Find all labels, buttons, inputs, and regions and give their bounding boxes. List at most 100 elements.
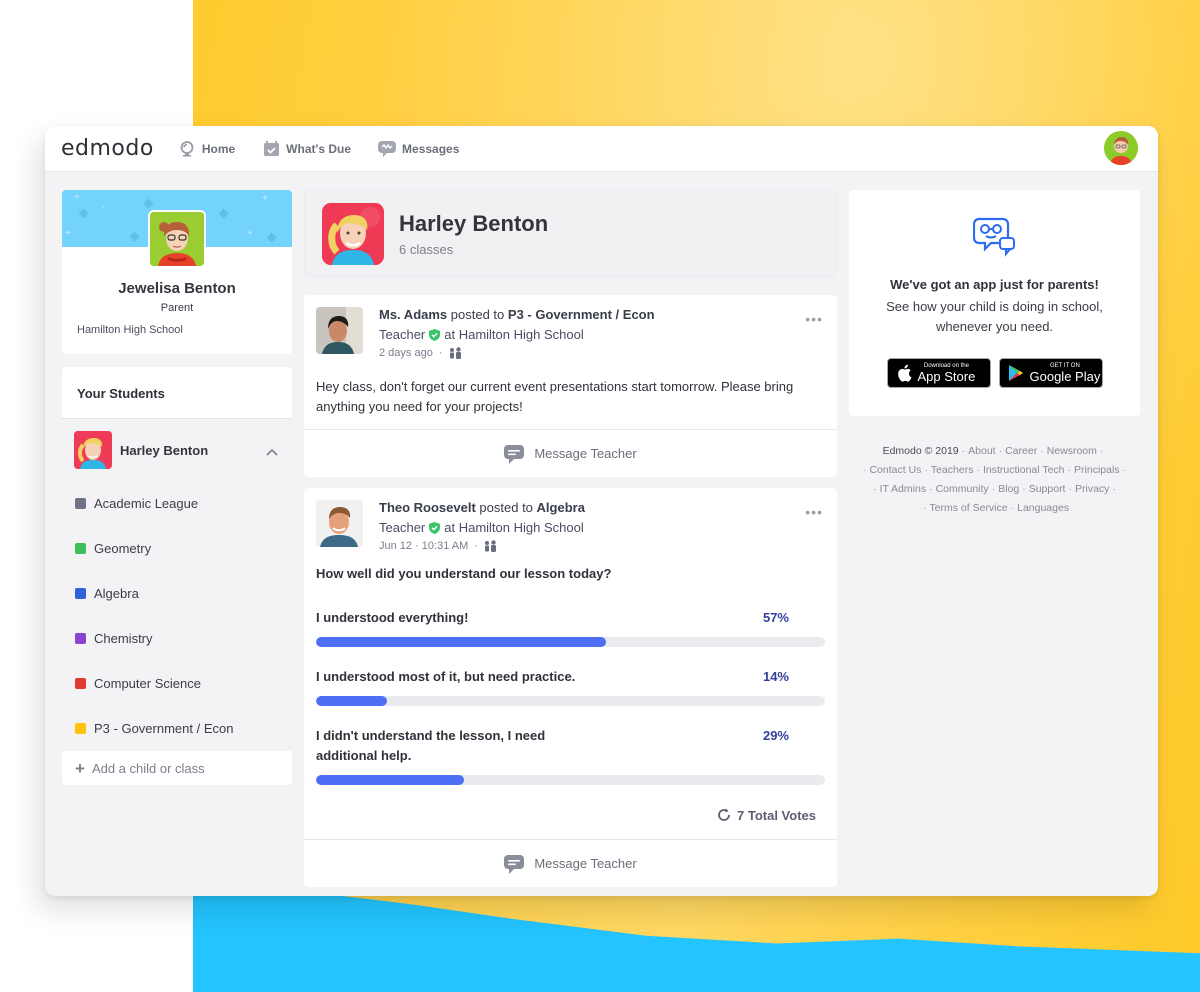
class-color-swatch <box>75 633 86 644</box>
google-play-big-text: Google Play <box>1029 368 1101 384</box>
right-sidebar: We've got an app just for parents! See h… <box>849 190 1140 518</box>
student-item-harley-benton[interactable]: Harley Benton <box>62 419 292 481</box>
poll-option-percent: 29% <box>762 728 789 743</box>
class-color-swatch <box>75 543 86 554</box>
sparkle-decoration: + <box>65 228 71 239</box>
footer-link[interactable]: Newsroom <box>1047 445 1097 457</box>
nav-messages-label: Messages <box>402 141 460 156</box>
class-name: Chemistry <box>94 631 153 646</box>
footer-link[interactable]: Support <box>1029 483 1066 495</box>
poll-option[interactable]: I understood everything! 57% <box>304 608 837 647</box>
nav-whats-due-label: What's Due <box>286 141 352 156</box>
footer-separator: · <box>1022 483 1026 495</box>
footer-link[interactable]: About <box>968 445 995 457</box>
sparkle-decoration: + <box>247 228 253 239</box>
post-author[interactable]: Theo Roosevelt <box>379 500 476 515</box>
message-teacher-button[interactable]: Message Teacher <box>304 429 837 477</box>
class-item[interactable]: Academic League <box>62 481 292 526</box>
post-author-line: Theo Roosevelt posted to Algebra <box>379 500 585 515</box>
class-item[interactable]: Computer Science <box>62 661 292 706</box>
footer-link[interactable]: Community <box>936 483 989 495</box>
nav-whats-due[interactable]: What's Due <box>262 140 352 157</box>
message-teacher-label: Message Teacher <box>534 446 637 461</box>
footer-link[interactable]: Principals <box>1074 464 1120 476</box>
post-target-class[interactable]: Algebra <box>537 500 585 515</box>
poll-progress-track <box>316 696 825 706</box>
edmodo-logo[interactable]: edmodo <box>61 136 154 161</box>
footer-link[interactable]: Teachers <box>931 464 974 476</box>
user-avatar[interactable] <box>1104 131 1138 165</box>
footer-link[interactable]: Privacy <box>1075 483 1109 495</box>
class-item[interactable]: Geometry <box>62 526 292 571</box>
class-color-swatch <box>75 498 86 509</box>
footer-link[interactable]: Contact Us <box>869 464 921 476</box>
author-avatar[interactable] <box>316 307 363 354</box>
poll-option[interactable]: I understood most of it, but need practi… <box>304 667 837 706</box>
student-header-name: Harley Benton <box>399 210 549 236</box>
app-store-button[interactable]: Download on the App Store <box>886 358 991 388</box>
class-name: Academic League <box>94 496 199 511</box>
more-options-icon[interactable]: ••• <box>805 311 823 327</box>
footer-link[interactable]: Instructional Tech <box>983 464 1065 476</box>
footer-separator: · <box>1122 464 1127 476</box>
post-author-role: Teacher at Hamilton High School <box>379 520 585 535</box>
sparkle-decoration: + <box>262 193 268 204</box>
poll-option-label: I understood everything! <box>316 610 469 625</box>
footer-link[interactable]: Languages <box>1017 502 1069 514</box>
more-options-icon[interactable]: ••• <box>805 504 823 520</box>
poll-progress-fill <box>316 637 607 647</box>
separator-dot: · <box>438 347 443 359</box>
poll-option-label: I understood most of it, but need practi… <box>316 669 576 684</box>
app-promo-title: We've got an app just for parents! <box>890 277 1099 292</box>
post-target-class[interactable]: P3 - Government / Econ <box>508 307 655 322</box>
post-timestamp: 2 days ago <box>379 347 433 359</box>
footer-separator: · <box>998 445 1003 457</box>
message-teacher-button[interactable]: Message Teacher <box>304 839 837 887</box>
footer-links: Edmodo © 2019 · About · Career · Newsroom · · Con… <box>849 442 1140 518</box>
profile-role: Parent <box>160 302 194 314</box>
copyright: Edmodo © 2019 <box>882 445 959 457</box>
class-item[interactable]: P3 - Government / Econ <box>62 706 292 751</box>
app-promo-subtitle: See how your child is doing in school, w… <box>886 299 1103 334</box>
class-name: Geometry <box>94 541 152 556</box>
class-color-swatch <box>75 723 86 734</box>
profile-card: + · + + + Jewelisa Benton Parent Hamilto… <box>62 190 292 354</box>
chevron-up-icon[interactable] <box>266 443 278 456</box>
add-child-or-class-button[interactable]: + Add a child or class <box>62 751 292 785</box>
separator-dot: · <box>474 540 478 552</box>
footer-link[interactable]: Terms of Service <box>929 502 1007 514</box>
poll-option[interactable]: I didn't understand the lesson, I need a… <box>304 726 837 785</box>
poll-option-percent: 14% <box>762 669 789 684</box>
sparkle-decoration: + <box>74 192 80 203</box>
google-play-button[interactable]: GET IT ON Google Play <box>998 358 1103 388</box>
footer-separator: · <box>922 502 927 514</box>
footer-link[interactable]: IT Admins <box>880 483 927 495</box>
footer-separator: · <box>1112 483 1116 495</box>
poll-progress-track <box>316 775 825 785</box>
audience-icon <box>484 540 496 552</box>
author-avatar[interactable] <box>316 500 363 547</box>
footer-link[interactable]: Blog <box>998 483 1019 495</box>
footer-link[interactable]: Career <box>1005 445 1037 457</box>
nav-home[interactable]: Home <box>178 140 235 157</box>
author-school: at Hamilton High School <box>444 327 584 342</box>
class-item[interactable]: Algebra <box>62 571 292 616</box>
message-icon <box>378 140 397 157</box>
student-header-class-count: 6 classes <box>399 241 454 257</box>
refresh-icon <box>718 808 730 821</box>
profile-avatar[interactable] <box>148 210 206 268</box>
footer-separator: · <box>1099 445 1104 457</box>
total-votes[interactable]: 7 Total Votes <box>304 785 837 839</box>
post-body: Hey class, don't forget our current even… <box>316 379 794 414</box>
diamond-decoration <box>218 208 229 219</box>
class-list: Academic League Geometry Algebra Chemistry C… <box>62 481 292 751</box>
post-timestamp-line: 2 days ago · <box>379 347 655 359</box>
post-author[interactable]: Ms. Adams <box>379 307 447 322</box>
nav-messages[interactable]: Messages <box>378 140 460 157</box>
left-sidebar: + · + + + Jewelisa Benton Parent Hamilto… <box>62 190 292 785</box>
footer-separator: · <box>1040 445 1044 457</box>
class-name: Computer Science <box>94 676 201 691</box>
poll-options: I understood everything! 57% I understood … <box>304 608 837 785</box>
audience-icon <box>449 347 461 359</box>
class-item[interactable]: Chemistry <box>62 616 292 661</box>
